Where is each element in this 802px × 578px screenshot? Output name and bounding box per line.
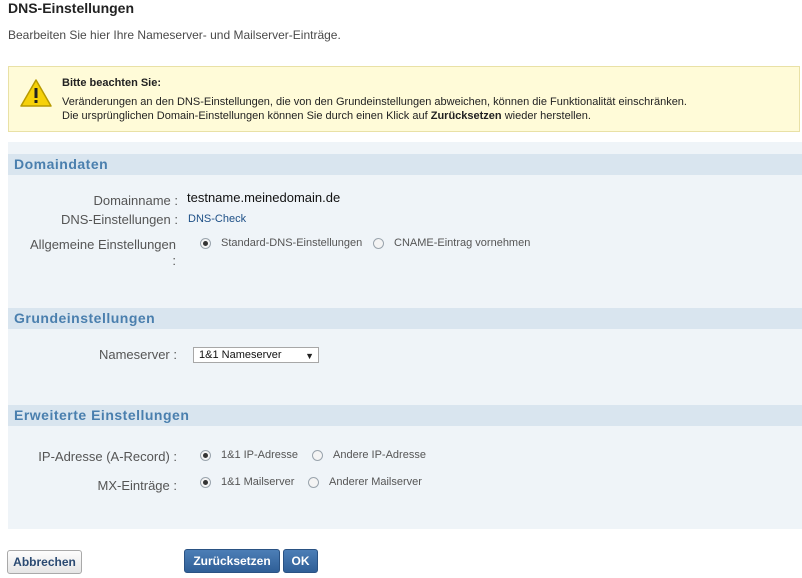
radio-anderer-mail[interactable]: Anderer Mailserver	[308, 476, 422, 488]
domainname-label: Domainname :	[93, 193, 178, 208]
radio-label: 1&1 IP-Adresse	[221, 449, 299, 461]
radio-label: 1&1 Mailserver	[221, 476, 295, 488]
radio-standard-dns[interactable]: Standard-DNS-Einstellungen	[200, 237, 362, 249]
radio-label: Anderer Mailserver	[329, 476, 422, 488]
radio-1und1-ip[interactable]: 1&1 IP-Adresse	[200, 449, 298, 461]
settings-panel: Domaindaten Domainname : testname.meined…	[8, 142, 802, 529]
radio-button[interactable]	[200, 237, 211, 249]
radio-button[interactable]	[308, 476, 319, 488]
warning-icon	[20, 79, 52, 107]
page-subtitle: Bearbeiten Sie hier Ihre Nameserver- und…	[8, 28, 341, 42]
radio-button[interactable]	[312, 449, 323, 461]
nameserver-selected-value: 1&1 Nameserver	[199, 349, 282, 361]
chevron-down-icon[interactable]: ▼	[305, 349, 314, 363]
reset-button[interactable]: Zurücksetzen	[184, 549, 280, 573]
radio-1und1-mail[interactable]: 1&1 Mailserver	[200, 476, 294, 488]
domainname-value: testname.meinedomain.de	[187, 190, 341, 205]
section-header-grundeinstellungen: Grundeinstellungen	[8, 308, 802, 329]
notice-text-reset: Die ursprünglichen Domain-Einstellungen …	[62, 110, 591, 122]
section-header-erweiterte: Erweiterte Einstellungen	[8, 405, 802, 426]
radio-label: Andere IP-Adresse	[333, 449, 426, 461]
radio-label: Standard-DNS-Einstellungen	[221, 237, 363, 249]
allgemeine-colon: :	[172, 253, 176, 268]
nameserver-select[interactable]: 1&1 Nameserver ▼	[193, 347, 319, 363]
radio-andere-ip[interactable]: Andere IP-Adresse	[312, 449, 426, 461]
ok-button[interactable]: OK	[283, 549, 318, 573]
cancel-button[interactable]: Abbrechen	[7, 550, 82, 574]
dns-check-link[interactable]: DNS-Check	[188, 213, 246, 225]
dns-settings-label: DNS-Einstellungen :	[60, 212, 178, 227]
notice-title: Bitte beachten Sie:	[62, 77, 162, 89]
mx-label: MX-Einträge :	[97, 478, 177, 493]
notice-text-suffix: wieder herstellen.	[501, 110, 591, 122]
radio-cname[interactable]: CNAME-Eintrag vornehmen	[373, 237, 530, 249]
notice-box: Bitte beachten Sie: Veränderungen an den…	[8, 66, 800, 132]
section-header-domaindaten: Domaindaten	[8, 154, 802, 175]
notice-text-prefix: Die ursprünglichen Domain-Einstellungen …	[62, 110, 431, 122]
radio-button[interactable]	[373, 237, 384, 249]
notice-text: Veränderungen an den DNS-Einstellungen, …	[62, 96, 687, 108]
notice-text-bold: Zurücksetzen	[430, 110, 502, 122]
radio-button[interactable]	[200, 476, 211, 488]
radio-label: CNAME-Eintrag vornehmen	[394, 237, 531, 249]
radio-button[interactable]	[200, 449, 211, 461]
page-title: DNS-Einstellungen	[8, 0, 135, 16]
ip-address-label: IP-Adresse (A-Record) :	[38, 449, 177, 464]
allgemeine-label: Allgemeine Einstellungen	[30, 237, 176, 252]
nameserver-label: Nameserver :	[98, 347, 177, 362]
